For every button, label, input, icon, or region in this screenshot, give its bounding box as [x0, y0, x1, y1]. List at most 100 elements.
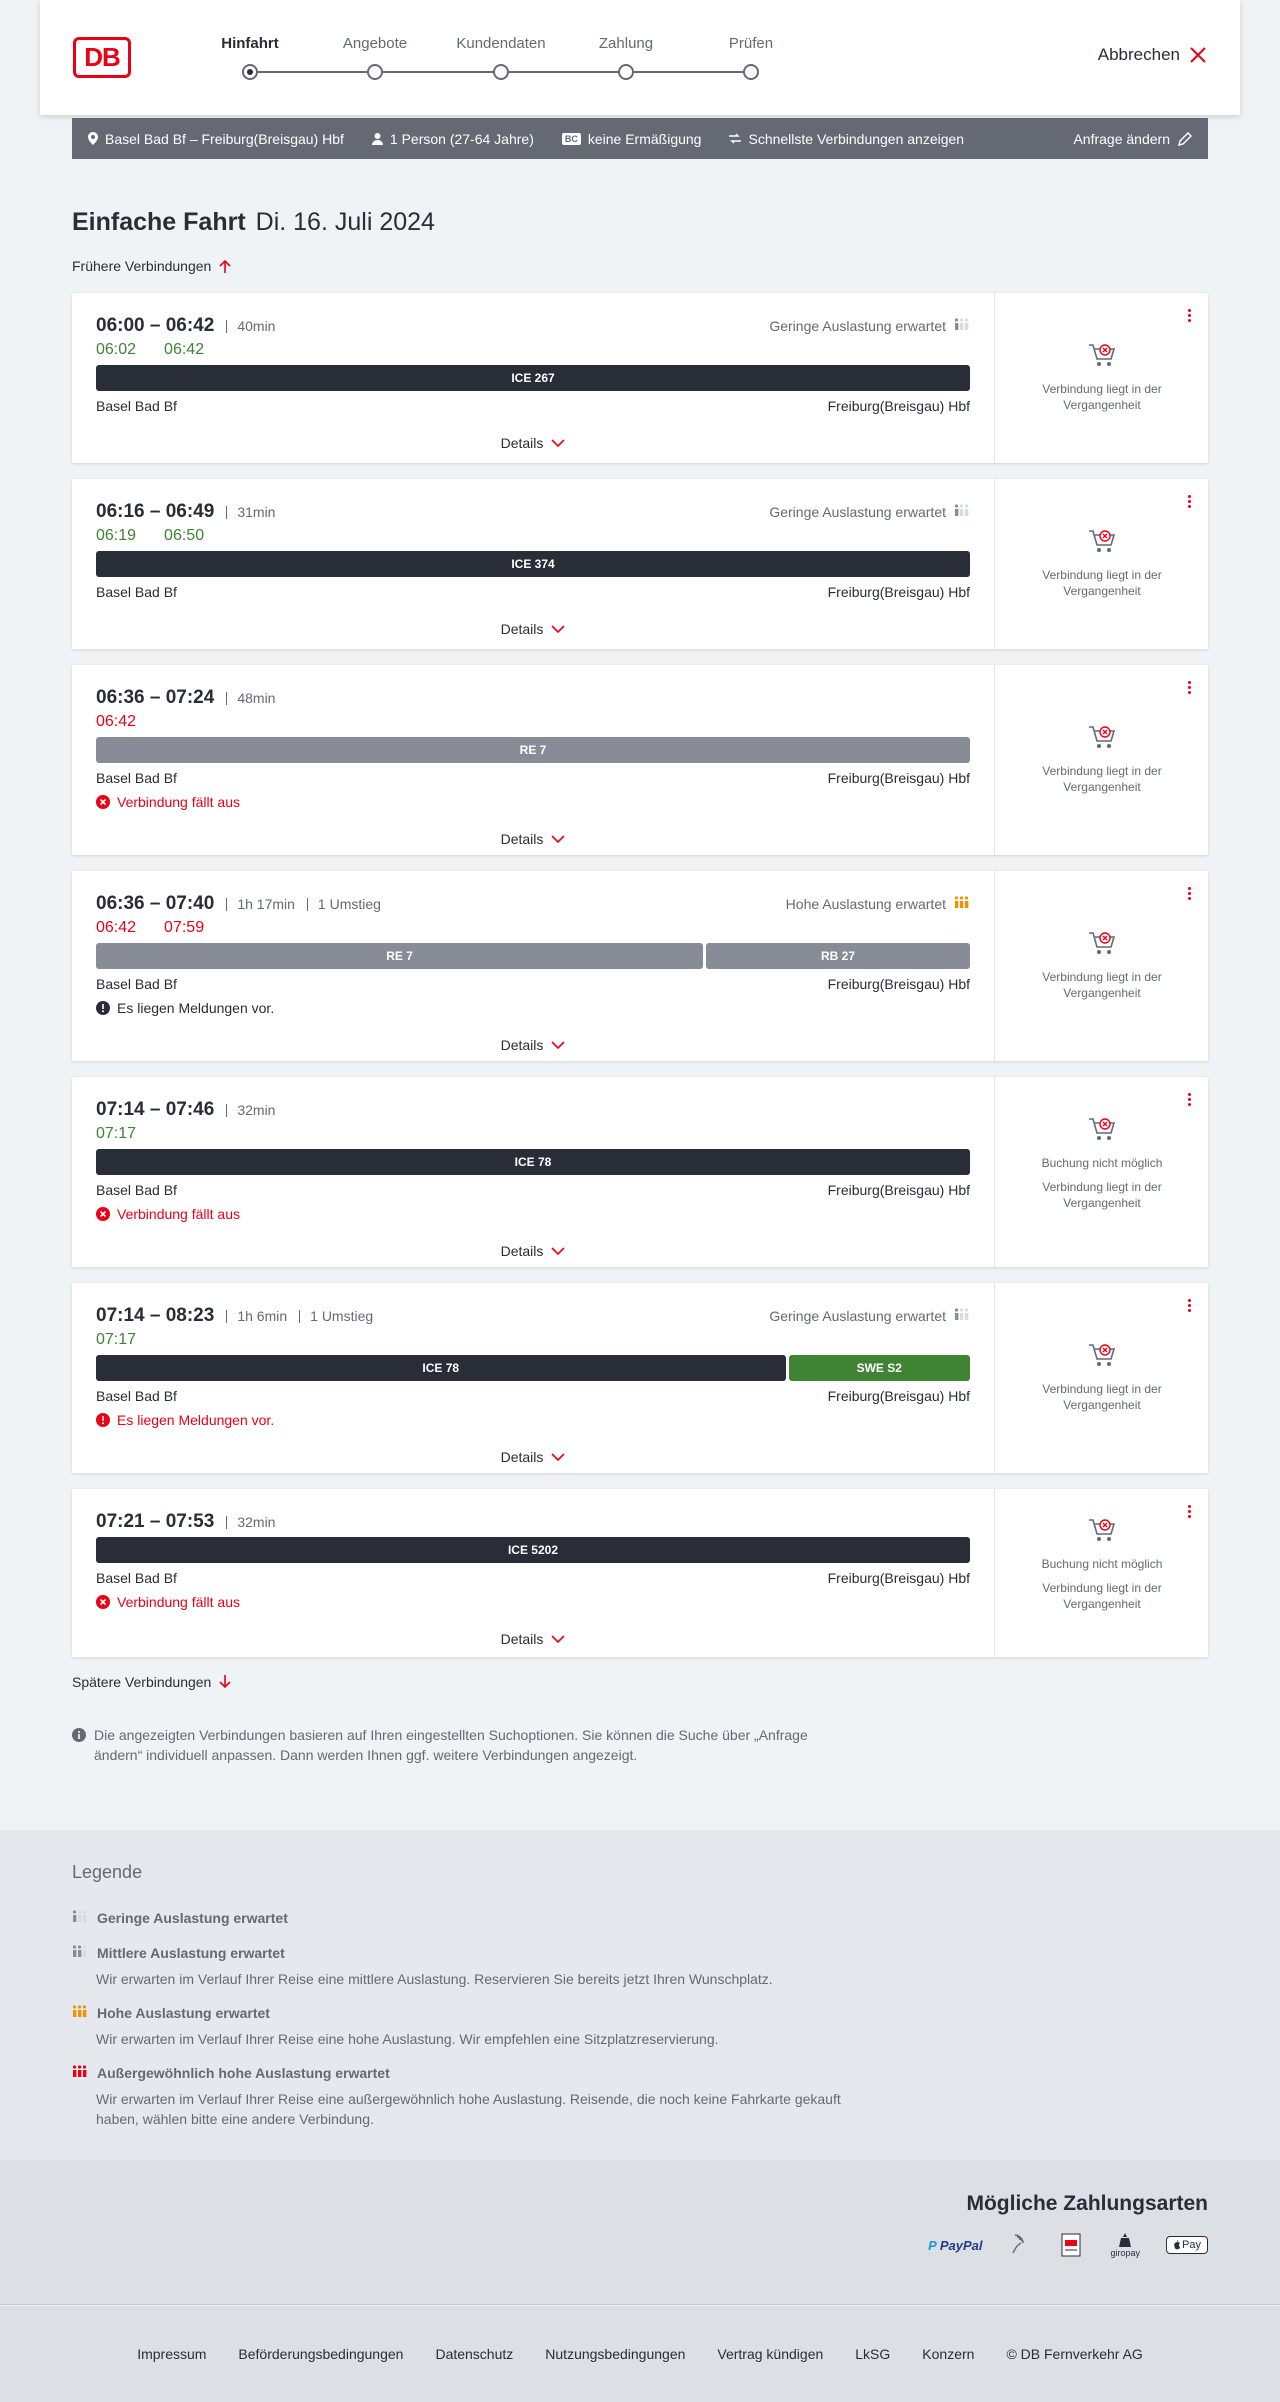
train-segment[interactable]: RE 7 [96, 943, 704, 969]
connection-main: 07:14 – 08:23 1h 6min 1 Umstieg 07:17 Gering… [72, 1283, 994, 1473]
header: DB Hinfahrt Angebote Kundendaten Zahlung Prü… [40, 0, 1240, 115]
more-options-icon[interactable] [1188, 309, 1192, 325]
train-segment[interactable]: ICE 78 [96, 1355, 786, 1381]
footer-link[interactable]: Datenschutz [435, 2346, 513, 2362]
train-bar: ICE 78 [96, 1149, 970, 1175]
db-logo[interactable]: DB [73, 37, 131, 78]
realtime-times: 07:17 [96, 1125, 136, 1143]
details-toggle[interactable]: Details [72, 831, 994, 847]
arrival-station: Freiburg(Breisgau) Hbf [827, 584, 970, 600]
train-segment[interactable]: RE 7 [96, 737, 970, 763]
footer-link[interactable]: Impressum [137, 2346, 206, 2362]
footer-link[interactable]: Vertrag kündigen [717, 2346, 823, 2362]
discount-summary: BC keine Ermäßigung [561, 131, 701, 147]
train-segment[interactable]: ICE 267 [96, 365, 970, 391]
connection-main: 07:14 – 07:46 32min 07:17 ICE 78 Basel Bad B… [72, 1077, 994, 1267]
details-label: Details [500, 1243, 544, 1259]
cancel-label: Abbrechen [1097, 45, 1180, 64]
later-connections-label: Spätere Verbindungen [72, 1674, 212, 1690]
more-options-icon[interactable] [1188, 887, 1192, 903]
connection-times: 06:00 – 06:42 40min [96, 315, 275, 337]
occupancy-icon [954, 896, 970, 912]
train-segment[interactable]: ICE 5202 [96, 1537, 970, 1563]
message-text: Es liegen Meldungen vor. [117, 1412, 275, 1428]
details-toggle[interactable]: Details [72, 1631, 994, 1647]
legend-title: Legende [72, 1862, 143, 1882]
payment-methods-section: Mögliche Zahlungsarten P PayPal giropay P… [0, 2160, 1280, 2305]
connection-card[interactable]: 07:21 – 07:53 32min ICE 5202 Basel Bad Bf Fr… [72, 1489, 1208, 1657]
legend-item: Außergewöhnlich hohe Auslastung erwartet… [72, 2065, 852, 2129]
connection-card[interactable]: 06:00 – 06:42 40min 06:02 06:42 Geringe Ausl… [72, 293, 1208, 463]
train-segment[interactable]: SWE S2 [788, 1355, 970, 1381]
details-label: Details [500, 621, 544, 637]
connection-card[interactable]: 07:14 – 08:23 1h 6min 1 Umstieg 07:17 Gering… [72, 1283, 1208, 1473]
details-toggle[interactable]: Details [72, 1037, 994, 1053]
occupancy-level-icon [72, 2065, 88, 2081]
time-range: 07:14 – 07:46 [96, 1099, 215, 1120]
time-range: 06:36 – 07:24 [96, 687, 215, 708]
connection-card[interactable]: 06:36 – 07:24 48min 06:42 RE 7 Basel Bad Bf F… [72, 665, 1208, 855]
details-toggle[interactable]: Details [72, 1243, 994, 1259]
cancel-button[interactable]: Abbrechen [1098, 45, 1208, 65]
chevron-down-icon [551, 1040, 565, 1049]
footer-link[interactable]: Konzern [922, 2346, 974, 2362]
passenger-text: 1 Person (27-64 Jahre) [389, 130, 534, 147]
occupancy-level-icon [72, 1910, 88, 1926]
legend-section: Legende Geringe Auslastung erwartet Mittl… [0, 1830, 1280, 2160]
later-connections-link[interactable]: Spätere Verbindungen [72, 1674, 231, 1690]
footer-link[interactable]: Beförderungsbedingungen [238, 2346, 403, 2362]
footer-link[interactable]: © DB Fernverkehr AG [1006, 2346, 1142, 2362]
connection-main: 06:36 – 07:40 1h 17min 1 Umstieg 06:42 07:59… [72, 871, 994, 1061]
realtime-time: 07:59 [164, 919, 205, 936]
arrival-station: Freiburg(Breisgau) Hbf [827, 1570, 970, 1586]
footer-link[interactable]: Nutzungsbedingungen [545, 2346, 685, 2362]
more-options-icon[interactable] [1188, 495, 1192, 511]
booking-status-text: Verbindung liegt in der Vergangenheit [1042, 568, 1162, 598]
details-toggle[interactable]: Details [72, 1449, 994, 1465]
step-dot-4 [743, 64, 759, 80]
train-bar: ICE 374 [96, 551, 970, 577]
change-request-button[interactable]: Anfrage ändern [1073, 131, 1192, 147]
arrival-station: Freiburg(Breisgau) Hbf [827, 770, 970, 786]
more-options-icon[interactable] [1188, 1299, 1192, 1315]
departure-station: Basel Bad Bf [96, 1388, 177, 1404]
cart-unavailable-icon [1088, 932, 1115, 954]
legend-item: Mittlere Auslastung erwartet Wir erwarten… [72, 1945, 852, 1989]
booking-column: Verbindung liegt in der Vergangenheit [994, 871, 1208, 1061]
more-options-icon[interactable] [1188, 1093, 1192, 1109]
earlier-connections-link[interactable]: Frühere Verbindungen [72, 258, 231, 274]
cart-unavailable-icon [1088, 726, 1115, 748]
step-label-0: Hinfahrt [221, 35, 279, 52]
occupancy-text: Geringe Auslastung erwartet [769, 318, 946, 334]
connection-card[interactable]: 06:16 – 06:49 31min 06:19 06:50 Geringe Ausl… [72, 479, 1208, 649]
occupancy-icon [954, 1308, 970, 1324]
connection-card[interactable]: 06:36 – 07:40 1h 17min 1 Umstieg 06:42 07:59… [72, 871, 1208, 1061]
details-toggle[interactable]: Details [72, 435, 994, 451]
paypal-logo: P PayPal [928, 2237, 983, 2253]
more-options-icon[interactable] [1188, 1505, 1192, 1521]
connection-meta: 48min [226, 691, 275, 705]
details-label: Details [500, 435, 544, 451]
cart-unavailable-icon [1088, 1519, 1115, 1541]
train-bar: ICE 267 [96, 365, 970, 391]
train-segment[interactable]: RB 27 [706, 943, 970, 969]
departure-station: Basel Bad Bf [96, 398, 177, 414]
info-text: Die angezeigten Verbindungen basieren au… [94, 1727, 808, 1763]
connection-card[interactable]: 07:14 – 07:46 32min 07:17 ICE 78 Basel Bad B… [72, 1077, 1208, 1267]
realtime-time: 06:02 [96, 341, 137, 358]
departure-station: Basel Bad Bf [96, 1570, 177, 1586]
train-segment[interactable]: ICE 78 [96, 1149, 970, 1175]
bahncard-icon: BC [561, 132, 581, 145]
occupancy-indicator: Geringe Auslastung erwartet [769, 1308, 970, 1324]
realtime-times: 06:19 06:50 [96, 527, 204, 545]
details-label: Details [500, 1037, 544, 1053]
arrival-station: Freiburg(Breisgau) Hbf [827, 976, 970, 992]
details-label: Details [500, 831, 544, 847]
trip-date: Di. 16. Juli 2024 [255, 208, 435, 236]
details-toggle[interactable]: Details [72, 621, 994, 637]
passenger-summary: 1 Person (27-64 Jahre) [371, 130, 534, 147]
more-options-icon[interactable] [1188, 681, 1192, 697]
footer-link[interactable]: LkSG [855, 2346, 890, 2362]
legend-item: Hohe Auslastung erwartet Wir erwarten im … [72, 2005, 852, 2049]
train-segment[interactable]: ICE 374 [96, 551, 970, 577]
